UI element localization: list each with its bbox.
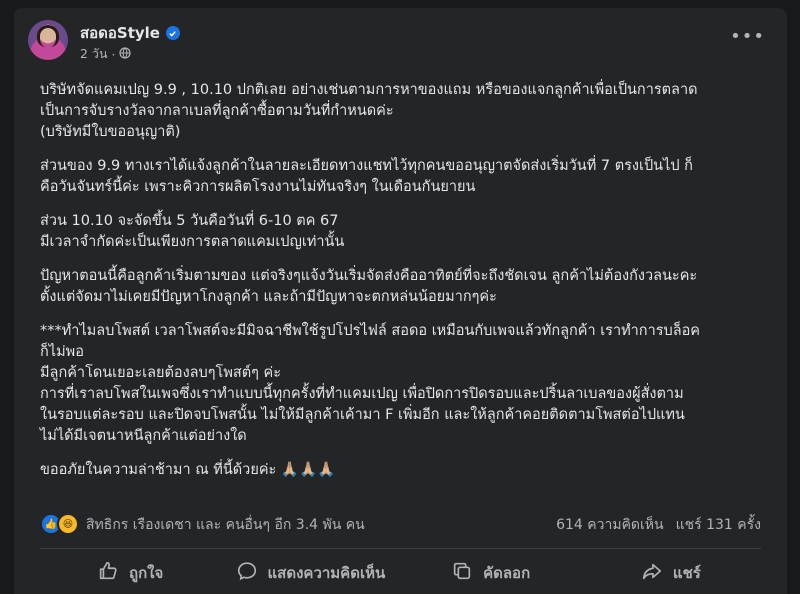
comment-icon [236, 560, 258, 586]
like-button[interactable]: ถูกใจ [40, 555, 220, 591]
post-card: สอดอStyle 2 วัน · ••• บริษัทจัดแคมเปญ 9.… [14, 8, 787, 594]
text-line: ไม่ได้มีเจตนาหนีลูกค้าแต่อย่างใด [40, 428, 247, 444]
globe-icon[interactable] [119, 46, 132, 62]
action-bar: ถูกใจ แสดงความคิดเห็น คัดลอก แชร์ [40, 555, 761, 591]
thumbs-up-icon [97, 560, 119, 586]
text-line: ***ทำไมลบโพสต์ เวลาโพสต์จะมีมิจฉาชีพใช้ร… [40, 323, 701, 339]
more-options-icon[interactable]: ••• [730, 26, 765, 47]
comment-button[interactable]: แสดงความคิดเห็น [220, 555, 400, 591]
post-meta: 2 วัน · [80, 44, 132, 64]
paragraph-4: ปัญหาตอนนี้คือลูกค้าเริ่มตามของ แต่จริงๆ… [40, 266, 788, 308]
post-stats: 614 ความคิดเห็น แชร์ 131 ครั้ง [556, 514, 761, 536]
share-icon [641, 560, 663, 586]
divider [40, 548, 761, 549]
verified-badge-icon [165, 26, 180, 40]
shares-count[interactable]: แชร์ 131 ครั้ง [676, 514, 761, 536]
text-line: ขออภัยในความล่าช้ามา ณ ที่นี้ด้วยค่ะ 🙏🏼🙏… [40, 462, 336, 478]
copy-icon [451, 560, 473, 586]
text-line: ในรอบแต่ละรอบ และปิดจบโพสนั้น ไม่ให้มีลู… [40, 407, 685, 423]
meta-separator: · [111, 46, 116, 62]
text-line: ปัญหาตอนนี้คือลูกค้าเริ่มตามของ แต่จริงๆ… [40, 268, 698, 284]
copy-button[interactable]: คัดลอก [401, 555, 581, 591]
comment-label: แสดงความคิดเห็น [267, 564, 386, 582]
text-line: การที่เราลบโพสในเพจซึ่งเราทำแบบนี้ทุกครั… [40, 386, 684, 402]
like-label: ถูกใจ [128, 564, 164, 582]
paragraph-3: ส่วน 10.10 จะจัดขึ้น 5 วันคือวันที่ 6-10… [40, 211, 788, 253]
text-line: ก็ไม่พอ [40, 344, 84, 360]
post-body: บริษัทจัดแคมเปญ 9.9 , 10.10 ปกติเลย อย่า… [40, 80, 788, 494]
text-line: (บริษัทมีใบขออนุญาติ) [40, 124, 181, 140]
reactions-summary[interactable]: สิทธิกร เรืองเดชา และ คนอื่นๆ อีก 3.4 พั… [86, 514, 365, 536]
haha-reaction-icon: 😆 [57, 513, 79, 535]
reaction-icons[interactable]: 👍 😆 [40, 513, 79, 535]
post-time[interactable]: 2 วัน [80, 44, 108, 64]
text-line: มีเวลาจำกัดค่ะเป็นเพียงการตลาดแคมเปญเท่า… [40, 234, 345, 250]
reactions-bar: 👍 😆 สิทธิกร เรืองเดชา และ คนอื่นๆ อีก 3.… [40, 513, 761, 535]
text-line: ตั้งแต่จัดมาไม่เคยมีปัญหาโกงลูกค้า และถ้… [40, 289, 497, 305]
avatar-hair [37, 25, 59, 47]
comments-count[interactable]: 614 ความคิดเห็น [556, 514, 664, 536]
post-header: สอดอStyle 2 วัน · ••• [28, 20, 773, 66]
page-name-text[interactable]: สอดอStyle [80, 21, 160, 45]
text-line: มีลูกค้าโดนเยอะเลยต้องลบๆโพสต์ๆ ค่ะ [40, 365, 282, 381]
text-line: คือวันจันทร์นี้ค่ะ เพราะคิวการผลิตโรงงาน… [40, 179, 476, 195]
text-line: ส่วนของ 9.9 ทางเราได้แจ้งลูกค้าในลายละเอ… [40, 158, 693, 174]
paragraph-1: บริษัทจัดแคมเปญ 9.9 , 10.10 ปกติเลย อย่า… [40, 80, 788, 143]
text-line: ส่วน 10.10 จะจัดขึ้น 5 วันคือวันที่ 6-10… [40, 213, 339, 229]
paragraph-5: ***ทำไมลบโพสต์ เวลาโพสต์จะมีมิจฉาชีพใช้ร… [40, 321, 788, 447]
text-line: เป็นการจับรางวัลจากลาเบลที่ลูกค้าซื้อตาม… [40, 103, 394, 119]
share-button[interactable]: แชร์ [581, 555, 761, 591]
share-label: แชร์ [672, 564, 701, 582]
page-avatar[interactable] [28, 20, 68, 60]
text-line: บริษัทจัดแคมเปญ 9.9 , 10.10 ปกติเลย อย่า… [40, 82, 698, 98]
paragraph-6: ขออภัยในความล่าช้ามา ณ ที่นี้ด้วยค่ะ 🙏🏼🙏… [40, 460, 788, 481]
paragraph-2: ส่วนของ 9.9 ทางเราได้แจ้งลูกค้าในลายละเอ… [40, 156, 788, 198]
page-name[interactable]: สอดอStyle [80, 21, 180, 45]
copy-label: คัดลอก [483, 564, 531, 582]
